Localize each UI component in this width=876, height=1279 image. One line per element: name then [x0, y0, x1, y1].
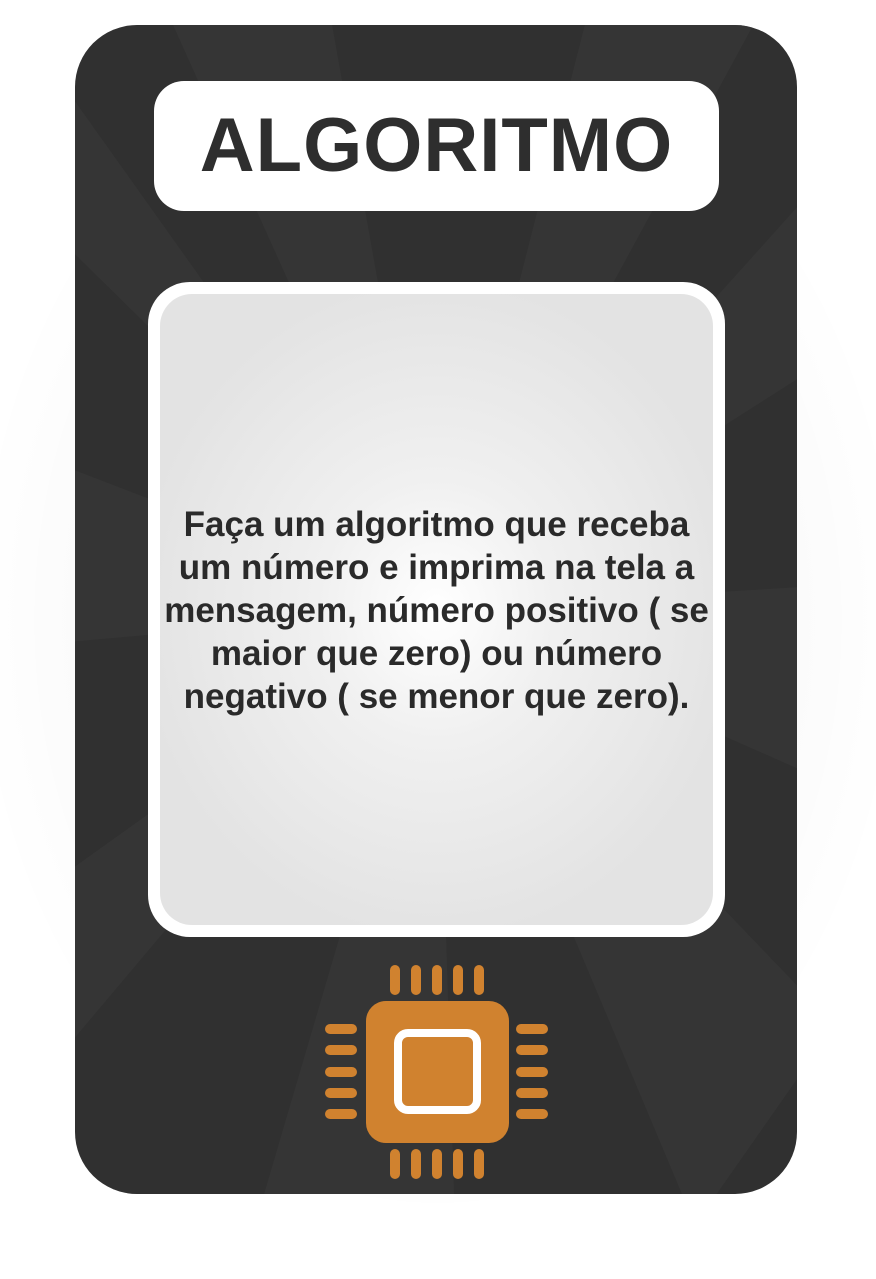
card-description: Faça um algoritmo que receba um número e… — [164, 504, 709, 716]
card-title: ALGORITMO — [199, 103, 674, 188]
microchip-icon — [325, 965, 548, 1179]
title-box: ALGORITMO — [154, 81, 719, 211]
text-panel: Faça um algoritmo que receba um número e… — [148, 282, 725, 937]
text-panel-inner: Faça um algoritmo que receba um número e… — [160, 294, 713, 925]
algorithm-card: ALGORITMO Faça um algoritmo que receba u… — [75, 25, 797, 1194]
